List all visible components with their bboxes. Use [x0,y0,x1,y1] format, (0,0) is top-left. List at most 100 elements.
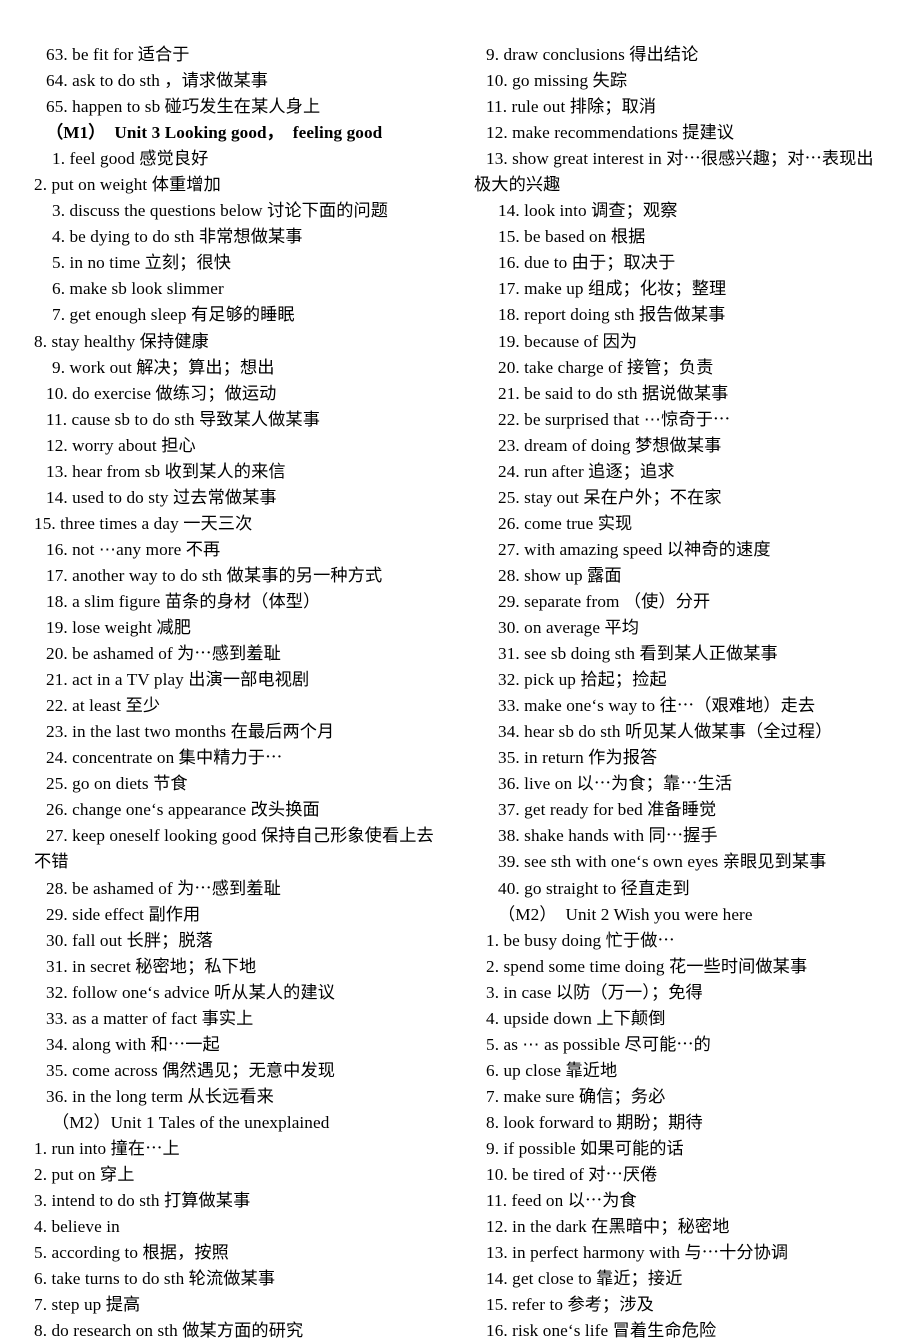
phrase-entry: 26. come true 实现 [498,513,633,533]
phrase-entry: 18. report doing sth 报告做某事 [498,305,726,325]
unit-heading: （M1） Unit 3 Looking good， feeling good [46,123,383,143]
phrase-entry: 16. due to 由于；取决于 [498,253,676,273]
phrase-entry: 10. be tired of 对⋯厌倦 [486,1165,658,1185]
phrase-entry: 10. do exercise 做练习；做运动 [46,383,277,403]
phrase-entry: 9. draw conclusions 得出结论 [486,45,699,64]
two-column-layout: 63. be fit for 适合于 64. ask to do sth ，请求做… [34,42,886,1344]
phrase-entry: 12. in the dark 在黑暗中；秘密地 [486,1217,730,1237]
phrase-entry: 16. not ⋯any more 不再 [46,539,221,559]
phrase-entry: 1. be busy doing 忙于做⋯ [486,930,675,950]
phrase-entry: 7. make sure 确信；务必 [486,1086,666,1106]
phrase-entry: 29. separate from （使）分开 [498,591,711,611]
phrase-entry: 20. be ashamed of 为⋯感到羞耻 [46,644,281,664]
phrase-entry: 25. stay out 呆在户外；不在家 [498,487,722,507]
phrase-entry: 28. be ashamed of 为⋯感到羞耻 [46,878,281,898]
phrase-entry: 40. go straight to 径直走到 [498,878,690,898]
phrase-entry: 33. as a matter of fact 事实上 [46,1008,254,1028]
phrase-entry: 6. make sb look slimmer [52,279,224,299]
phrase-entry: 35. in return 作为报答 [498,748,658,768]
phrase-entry: 13. hear from sb 收到某人的来信 [46,461,286,481]
phrase-entry: 8. stay healthy 保持健康 [34,331,209,351]
phrase-entry: 3. discuss the questions below 讨论下面的问题 [52,201,389,221]
phrase-entry: 23. in the last two months 在最后两个月 [46,722,335,742]
phrase-entry: 6. up close 靠近地 [486,1060,618,1080]
phrase-entry: 5. as ⋯ as possible 尽可能⋯的 [486,1034,711,1054]
phrase-entry: 65. happen to sb 碰巧发生在某人身上 [46,97,321,117]
phrase-entry: 22. at least 至少 [46,696,161,716]
phrase-entry: 11. rule out 排除；取消 [486,97,657,117]
phrase-entry: 29. side effect 副作用 [46,904,201,924]
phrase-entry: 34. hear sb do sth 听见某人做某事（全过程） [498,722,833,742]
phrase-entry: 31. see sb doing sth 看到某人正做某事 [498,644,778,664]
phrase-entry: 23. dream of doing 梦想做某事 [498,435,722,455]
phrase-entry: 15. three times a day 一天三次 [34,513,253,533]
phrase-entry: 14. used to do sty 过去常做某事 [46,487,277,507]
phrase-entry: 8. do research on sth 做某方面的研究 [34,1321,304,1341]
phrase-entry: 13. show great interest in 对⋯很感兴趣；对⋯表现出 [486,149,874,169]
phrase-entry: 3. in case 以防（万一）；免得 [486,982,703,1002]
phrase-entry: 63. be fit for 适合于 [46,45,190,64]
phrase-entry: 35. come across 偶然遇见；无意中发现 [46,1060,336,1080]
phrase-entry: 38. shake hands with 同⋯握手 [498,826,718,846]
phrase-entry: 24. concentrate on 集中精力于⋯ [46,748,283,768]
phrase-entry: 33. make one‘s way to 往⋯（艰难地）走去 [498,696,816,716]
phrase-entry: 21. be said to do sth 据说做某事 [498,383,729,403]
phrase-entry: 21. act in a TV play 出演一部电视剧 [46,670,310,690]
phrase-entry: 14. look into 调查；观察 [498,201,678,221]
phrase-entry: 17. another way to do sth 做某事的另一种方式 [46,565,383,585]
phrase-entry: 9. work out 解决；算出；想出 [52,357,275,377]
phrase-entry: 10. go missing 失踪 [486,71,628,91]
phrase-entry: 39. see sth with one‘s own eyes 亲眼见到某事 [498,852,827,872]
phrase-entry: 5. in no time 立刻；很快 [52,253,232,273]
phrase-entry: 2. spend some time doing 花一些时间做某事 [486,956,808,976]
phrase-entry: 30. on average 平均 [498,618,640,638]
phrase-entry: 34. along with 和⋯一起 [46,1034,220,1054]
phrase-entry: 4. be dying to do sth 非常想做某事 [52,227,303,247]
phrase-entry: 20. take charge of 接管；负责 [498,357,714,377]
phrase-entry: 27. keep oneself looking good 保持自己形象使看上去 [46,826,434,846]
phrase-entry: 13. in perfect harmony with 与⋯十分协调 [486,1243,789,1263]
phrase-entry: 12. make recommendations 提建议 [486,123,735,143]
unit-heading: （M2） Unit 2 Wish you were here [498,904,753,924]
wrapped-line: 极大的兴趣 [474,175,561,195]
phrase-entry: 7. get enough sleep 有足够的睡眠 [52,305,295,325]
phrase-entry: 15. refer to 参考；涉及 [486,1295,654,1315]
phrase-entry: 15. be based on 根据 [498,227,646,247]
phrase-entry: 32. follow one‘s advice 听从某人的建议 [46,982,336,1002]
phrase-entry: 30. fall out 长胖；脱落 [46,930,213,950]
phrase-entry: 11. feed on 以⋯为食 [486,1191,637,1211]
phrase-entry: 7. step up 提高 [34,1295,141,1315]
phrase-entry: 12. worry about 担心 [46,435,196,455]
phrase-entry: 22. be surprised that ⋯惊奇于⋯ [498,409,731,429]
phrase-entry: 14. get close to 靠近；接近 [486,1269,683,1289]
phrase-entry: 17. make up 组成；化妆；整理 [498,279,727,299]
phrase-entry: 5. according to 根据，按照 [34,1243,229,1263]
wrapped-line: 不错 [34,852,69,872]
phrase-entry: 28. show up 露面 [498,565,622,585]
phrase-entry: 37. get ready for bed 准备睡觉 [498,800,717,820]
phrase-entry: 36. live on 以⋯为食；靠⋯生活 [498,774,733,794]
unit-heading: （M2）Unit 1 Tales of the unexplained [52,1112,330,1132]
phrase-entry: 4. believe in [34,1217,120,1237]
phrase-entry: 11. cause sb to do sth 导致某人做某事 [46,409,321,429]
phrase-entry: 8. look forward to 期盼；期待 [486,1112,703,1132]
phrase-entry: 19. lose weight 减肥 [46,618,192,638]
phrase-entry: 32. pick up 拾起；捡起 [498,670,667,690]
phrase-entry: 27. with amazing speed 以神奇的速度 [498,539,771,559]
phrase-entry: 19. because of 因为 [498,331,638,351]
phrase-entry: 36. in the long term 从长远看来 [46,1086,274,1106]
phrase-entry: 9. if possible 如果可能的话 [486,1138,684,1158]
phrase-entry: 31. in secret 秘密地；私下地 [46,956,257,976]
document-page: 63. be fit for 适合于 64. ask to do sth ，请求做… [0,0,920,1340]
left-text-column: 63. be fit for 适合于 64. ask to do sth ，请求做… [34,42,460,1344]
phrase-entry: 6. take turns to do sth 轮流做某事 [34,1269,276,1289]
phrase-entry: 16. risk one‘s life 冒着生命危险 [486,1321,717,1341]
phrase-entry: 3. intend to do sth 打算做某事 [34,1191,251,1211]
phrase-entry: 25. go on diets 节食 [46,774,188,794]
phrase-entry: 1. feel good 感觉良好 [52,149,209,169]
phrase-entry: 1. run into 撞在⋯上 [34,1138,180,1158]
phrase-entry: 64. ask to do sth ，请求做某事 [46,71,269,91]
phrase-entry: 2. put on 穿上 [34,1165,135,1185]
phrase-entry: 26. change one‘s appearance 改头换面 [46,800,320,820]
right-text-column: 9. draw conclusions 得出结论 10. go missing 失… [460,42,886,1344]
